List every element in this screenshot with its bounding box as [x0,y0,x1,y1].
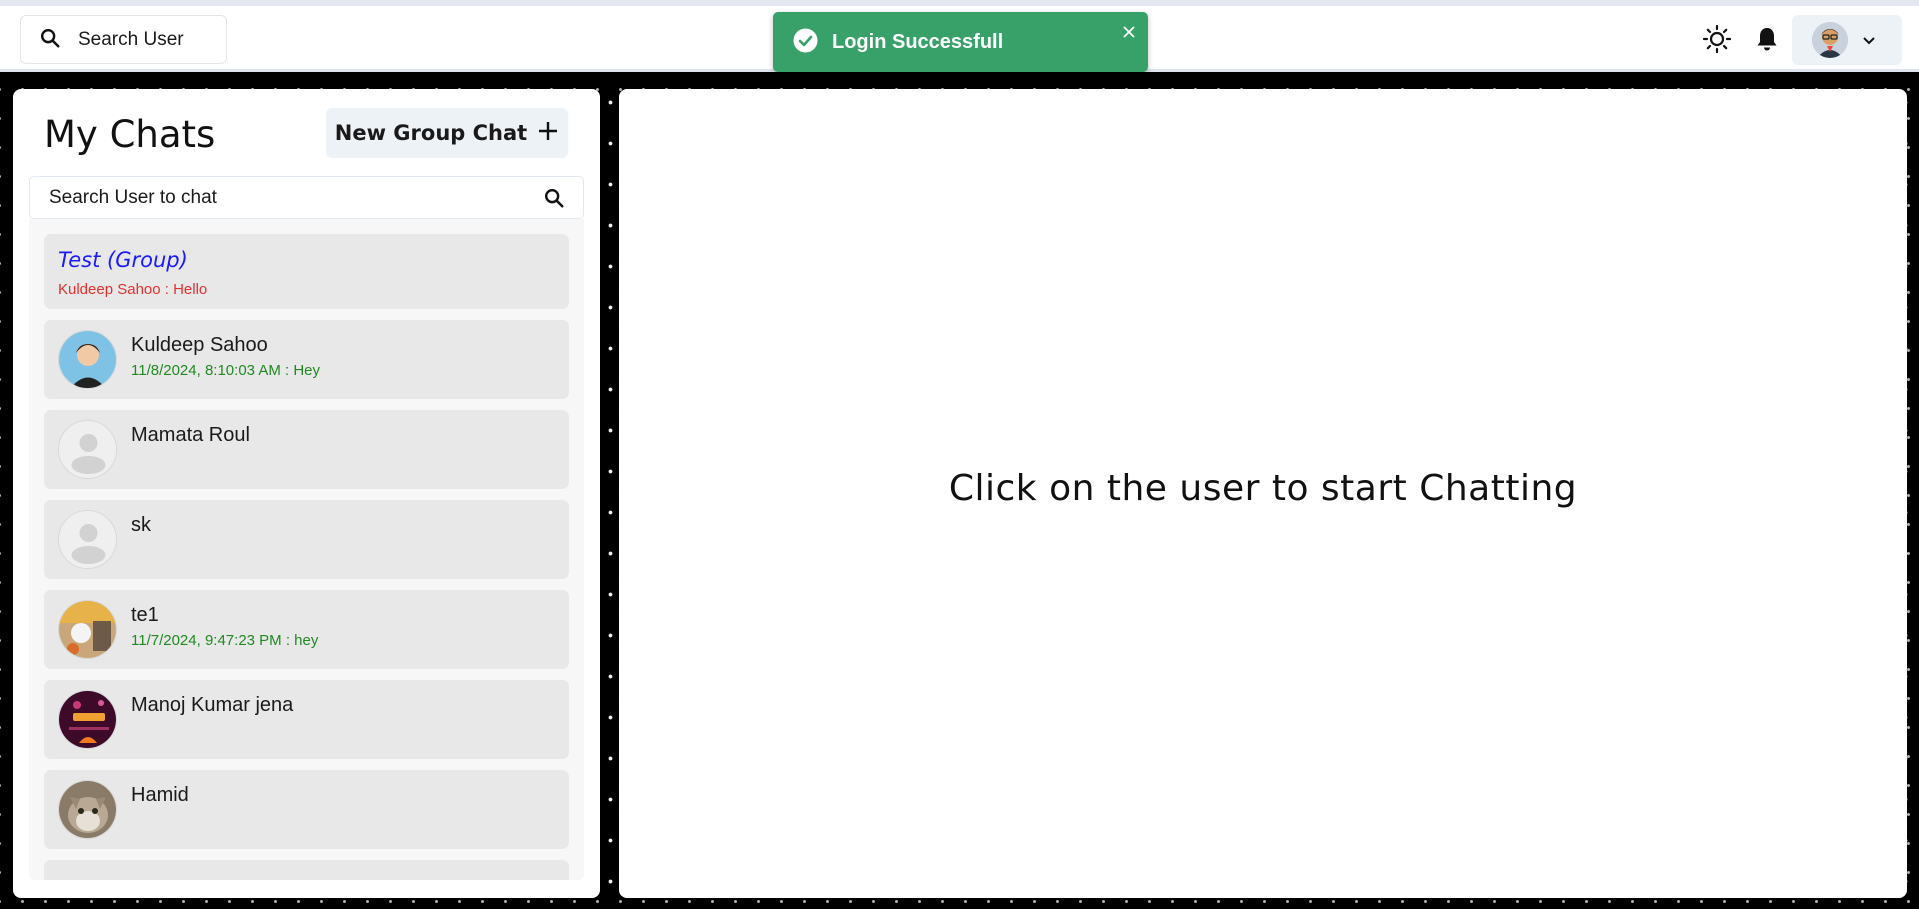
latest-message: Kuldeep Sahoo : Hello [58,281,208,298]
avatar [58,600,117,659]
search-user-button[interactable]: Search User [20,15,227,64]
list-item[interactable]: Hamid [44,770,569,849]
chevron-down-icon [1862,31,1876,50]
chat-name: te1 [131,604,159,626]
profile-menu-button[interactable] [1792,15,1902,65]
latest-message: 11/8/2024, 8:10:03 AM : Hey [131,362,321,379]
list-item[interactable]: te1 11/7/2024, 9:47:23 PM : hey [44,590,569,669]
latest-message: 11/7/2024, 9:47:23 PM : hey [131,632,319,649]
avatar [58,420,117,479]
avatar [58,330,117,389]
new-group-chat-button[interactable]: New Group Chat [326,108,568,158]
list-item[interactable]: Mamata Roul [44,410,569,489]
chat-name: Manoj Kumar jena [131,694,294,716]
new-group-chat-label: New Group Chat [334,121,528,145]
search-icon [39,27,61,53]
page-title: My Chats [44,113,216,156]
check-circle-icon [793,28,818,57]
my-chats-panel: My Chats New Group Chat Test (Group) Kul… [13,89,600,898]
chat-name: sk [131,514,151,536]
list-item[interactable]: Test (Group) Kuldeep Sahoo : Hello [44,234,569,309]
close-icon[interactable] [1122,24,1136,43]
avatar [58,780,117,839]
avatar [58,690,117,749]
empty-chat-message: Click on the user to start Chatting [948,468,1578,509]
chat-name: Kuldeep Sahoo [131,334,268,356]
search-user-label: Search User [78,28,184,50]
chat-name: Hamid [131,784,189,806]
avatar [1812,22,1848,58]
sun-icon[interactable] [1700,22,1734,56]
chat-list: Test (Group) Kuldeep Sahoo : Hello Kulde… [29,219,584,880]
chat-name: Test (Group) [58,248,188,272]
list-item[interactable] [44,860,569,880]
plus-icon [537,120,559,146]
chat-name: Mamata Roul [131,424,250,446]
list-item[interactable]: sk [44,500,569,579]
search-icon[interactable] [543,187,565,213]
list-item[interactable]: Manoj Kumar jena [44,680,569,759]
avatar [58,510,117,569]
chat-search-input[interactable] [49,186,519,209]
bell-icon[interactable] [1752,24,1782,54]
login-success-toast: Login Successfull [773,12,1148,72]
chat-window: Click on the user to start Chatting [619,89,1907,898]
chat-search-field [29,176,584,219]
list-item[interactable]: Kuldeep Sahoo 11/8/2024, 8:10:03 AM : He… [44,320,569,399]
toast-message: Login Successfull [832,30,1004,53]
